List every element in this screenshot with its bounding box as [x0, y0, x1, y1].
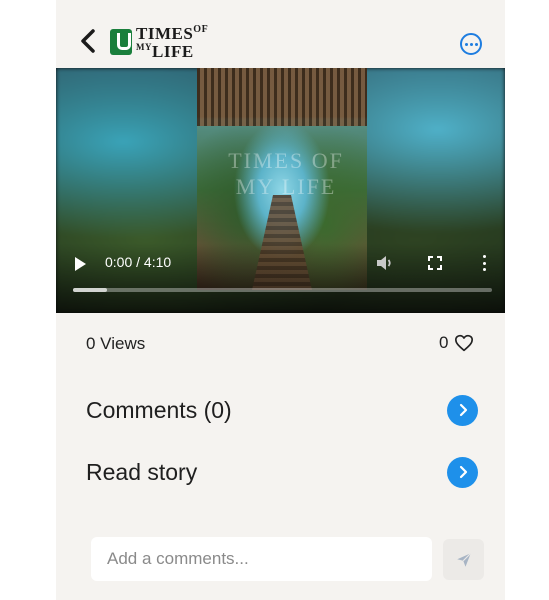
view-count: 0 Views: [86, 334, 146, 353]
send-button[interactable]: [443, 539, 484, 580]
video-player[interactable]: TIMES OF MY LIFE 0:00 / 4:10: [56, 68, 505, 313]
logo-line2-prefix: MY: [136, 41, 152, 52]
volume-icon: [377, 256, 391, 270]
like-count: 0: [439, 333, 449, 352]
logo-text: TIMESOF MYLIFE: [136, 23, 209, 61]
back-arrow-icon: [81, 29, 95, 53]
fullscreen-button[interactable]: [428, 256, 442, 270]
like-button[interactable]: 0: [439, 333, 474, 353]
video-menu-button[interactable]: [481, 255, 487, 271]
play-icon[interactable]: [75, 257, 86, 271]
more-options-icon: [464, 42, 468, 46]
volume-button[interactable]: [376, 255, 394, 271]
video-menu-icon: [482, 255, 486, 258]
heart-icon: [455, 334, 474, 352]
video-progress-buffered: [73, 288, 107, 292]
chevron-right-icon: [459, 465, 467, 479]
chevron-right-icon: [459, 403, 467, 417]
brand-logo[interactable]: TIMESOF MYLIFE: [110, 24, 208, 60]
comments-row[interactable]: Comments (0): [86, 390, 478, 430]
fullscreen-icon: [428, 256, 442, 270]
header: TIMESOF MYLIFE: [56, 0, 505, 68]
back-button[interactable]: [78, 28, 98, 54]
video-watermark: TIMES OF MY LIFE: [228, 148, 344, 200]
logo-line1-suffix: OF: [193, 23, 209, 35]
video-time: 0:00 / 4:10: [105, 254, 172, 270]
app-panel: TIMESOF MYLIFE TIMES OF MY LIFE 0:00 / 4…: [56, 0, 505, 600]
read-story-label: Read story: [86, 458, 198, 485]
comments-label: Comments (0): [86, 396, 232, 423]
read-story-arrow-button[interactable]: [447, 456, 478, 488]
logo-line2: LIFE: [152, 41, 194, 61]
video-progress-bar[interactable]: [73, 288, 492, 292]
more-options-button[interactable]: [460, 33, 482, 55]
logo-mark-icon: [110, 29, 132, 55]
comments-arrow-button[interactable]: [447, 394, 478, 426]
read-story-row[interactable]: Read story: [86, 452, 478, 492]
logo-line1: TIMES: [136, 23, 194, 43]
comment-input[interactable]: [91, 537, 432, 581]
send-icon: [456, 552, 471, 567]
